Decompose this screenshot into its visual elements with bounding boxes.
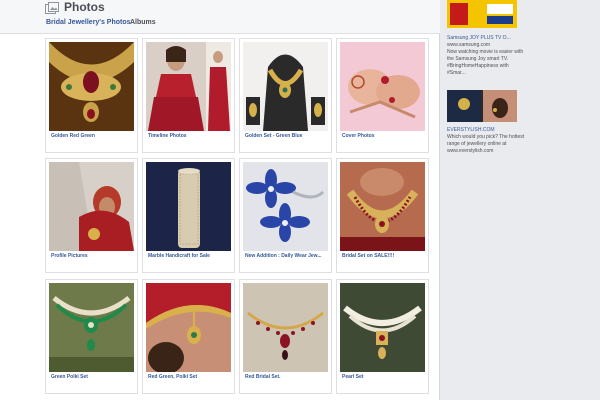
album-card[interactable]: Marble Handicraft for Sale [142,158,235,273]
tab-albums[interactable]: Albums [130,19,156,26]
album-thumbnail[interactable] [49,283,134,372]
album-caption[interactable]: Red Green, Polki Set [148,374,232,380]
album-card[interactable]: Profile Pictures [45,158,138,273]
album-card[interactable]: Bridal Set on SALE!!!! [336,158,429,273]
photos-icon [45,2,59,14]
album-caption[interactable]: Bridal Set on SALE!!!! [342,253,426,259]
sponsored-ad-image[interactable] [447,0,517,28]
sponsored-ad-text[interactable]: EVERSTYLISH.COM Which would you pick? Th… [447,127,527,155]
album-card[interactable]: Red Green, Polki Set [142,279,235,394]
album-caption[interactable]: New Addition : Daily Wear Jew... [245,253,329,259]
album-card[interactable]: Golden Red Green [45,38,138,153]
ad-description: Which would you pick? The hottest range … [447,134,525,154]
album-thumbnail[interactable] [340,283,425,372]
album-card[interactable]: Red Bridal Set. [239,279,332,394]
album-thumbnail[interactable] [146,283,231,372]
album-caption[interactable]: Profile Pictures [51,253,135,259]
sponsored-ad-text[interactable]: Samsung JOY PLUS TV O... www.samsung.com… [447,35,527,77]
album-thumbnail[interactable] [340,162,425,251]
tab-bridal-jewellery-photos[interactable]: Bridal Jewellery's Photos [46,19,131,26]
sponsored-ad-image[interactable] [447,90,517,122]
album-caption[interactable]: Pearl Set [342,374,426,380]
album-caption[interactable]: Cover Photos [342,133,426,139]
album-thumbnail[interactable] [243,162,328,251]
album-caption[interactable]: Golden Set - Green Blue [245,133,329,139]
photos-header: Photos Bridal Jewellery's Photos Albums [0,0,440,34]
album-caption[interactable]: Red Bridal Set. [245,374,329,380]
album-caption[interactable]: Timeline Photos [148,133,232,139]
album-thumbnail[interactable] [340,42,425,131]
album-card[interactable]: New Addition : Daily Wear Jew... [239,158,332,273]
ad-title[interactable]: Samsung JOY PLUS TV O... [447,35,527,42]
album-thumbnail[interactable] [146,162,231,251]
album-thumbnail[interactable] [243,42,328,131]
ad-description: Now watching movie is easier with the Sa… [447,49,524,76]
album-thumbnail[interactable] [243,283,328,372]
album-caption[interactable]: Golden Red Green [51,133,135,139]
main-panel: Photos Bridal Jewellery's Photos Albums … [0,0,440,400]
album-card[interactable]: Green Polki Set [45,279,138,394]
album-grid: Golden Red Green Timeline Photos Golden … [42,36,438,400]
album-card[interactable]: Timeline Photos [142,38,235,153]
ad-title[interactable]: EVERSTYLISH.COM [447,127,527,134]
ad-url[interactable]: www.samsung.com [447,42,527,49]
page-title: Photos [64,0,105,14]
album-card[interactable]: Golden Set - Green Blue [239,38,332,153]
album-thumbnail[interactable] [49,42,134,131]
album-card[interactable]: Pearl Set [336,279,429,394]
album-caption[interactable]: Marble Handicraft for Sale [148,253,232,259]
album-thumbnail[interactable] [49,162,134,251]
album-thumbnail[interactable] [146,42,231,131]
album-card[interactable]: Cover Photos [336,38,429,153]
album-caption[interactable]: Green Polki Set [51,374,135,380]
